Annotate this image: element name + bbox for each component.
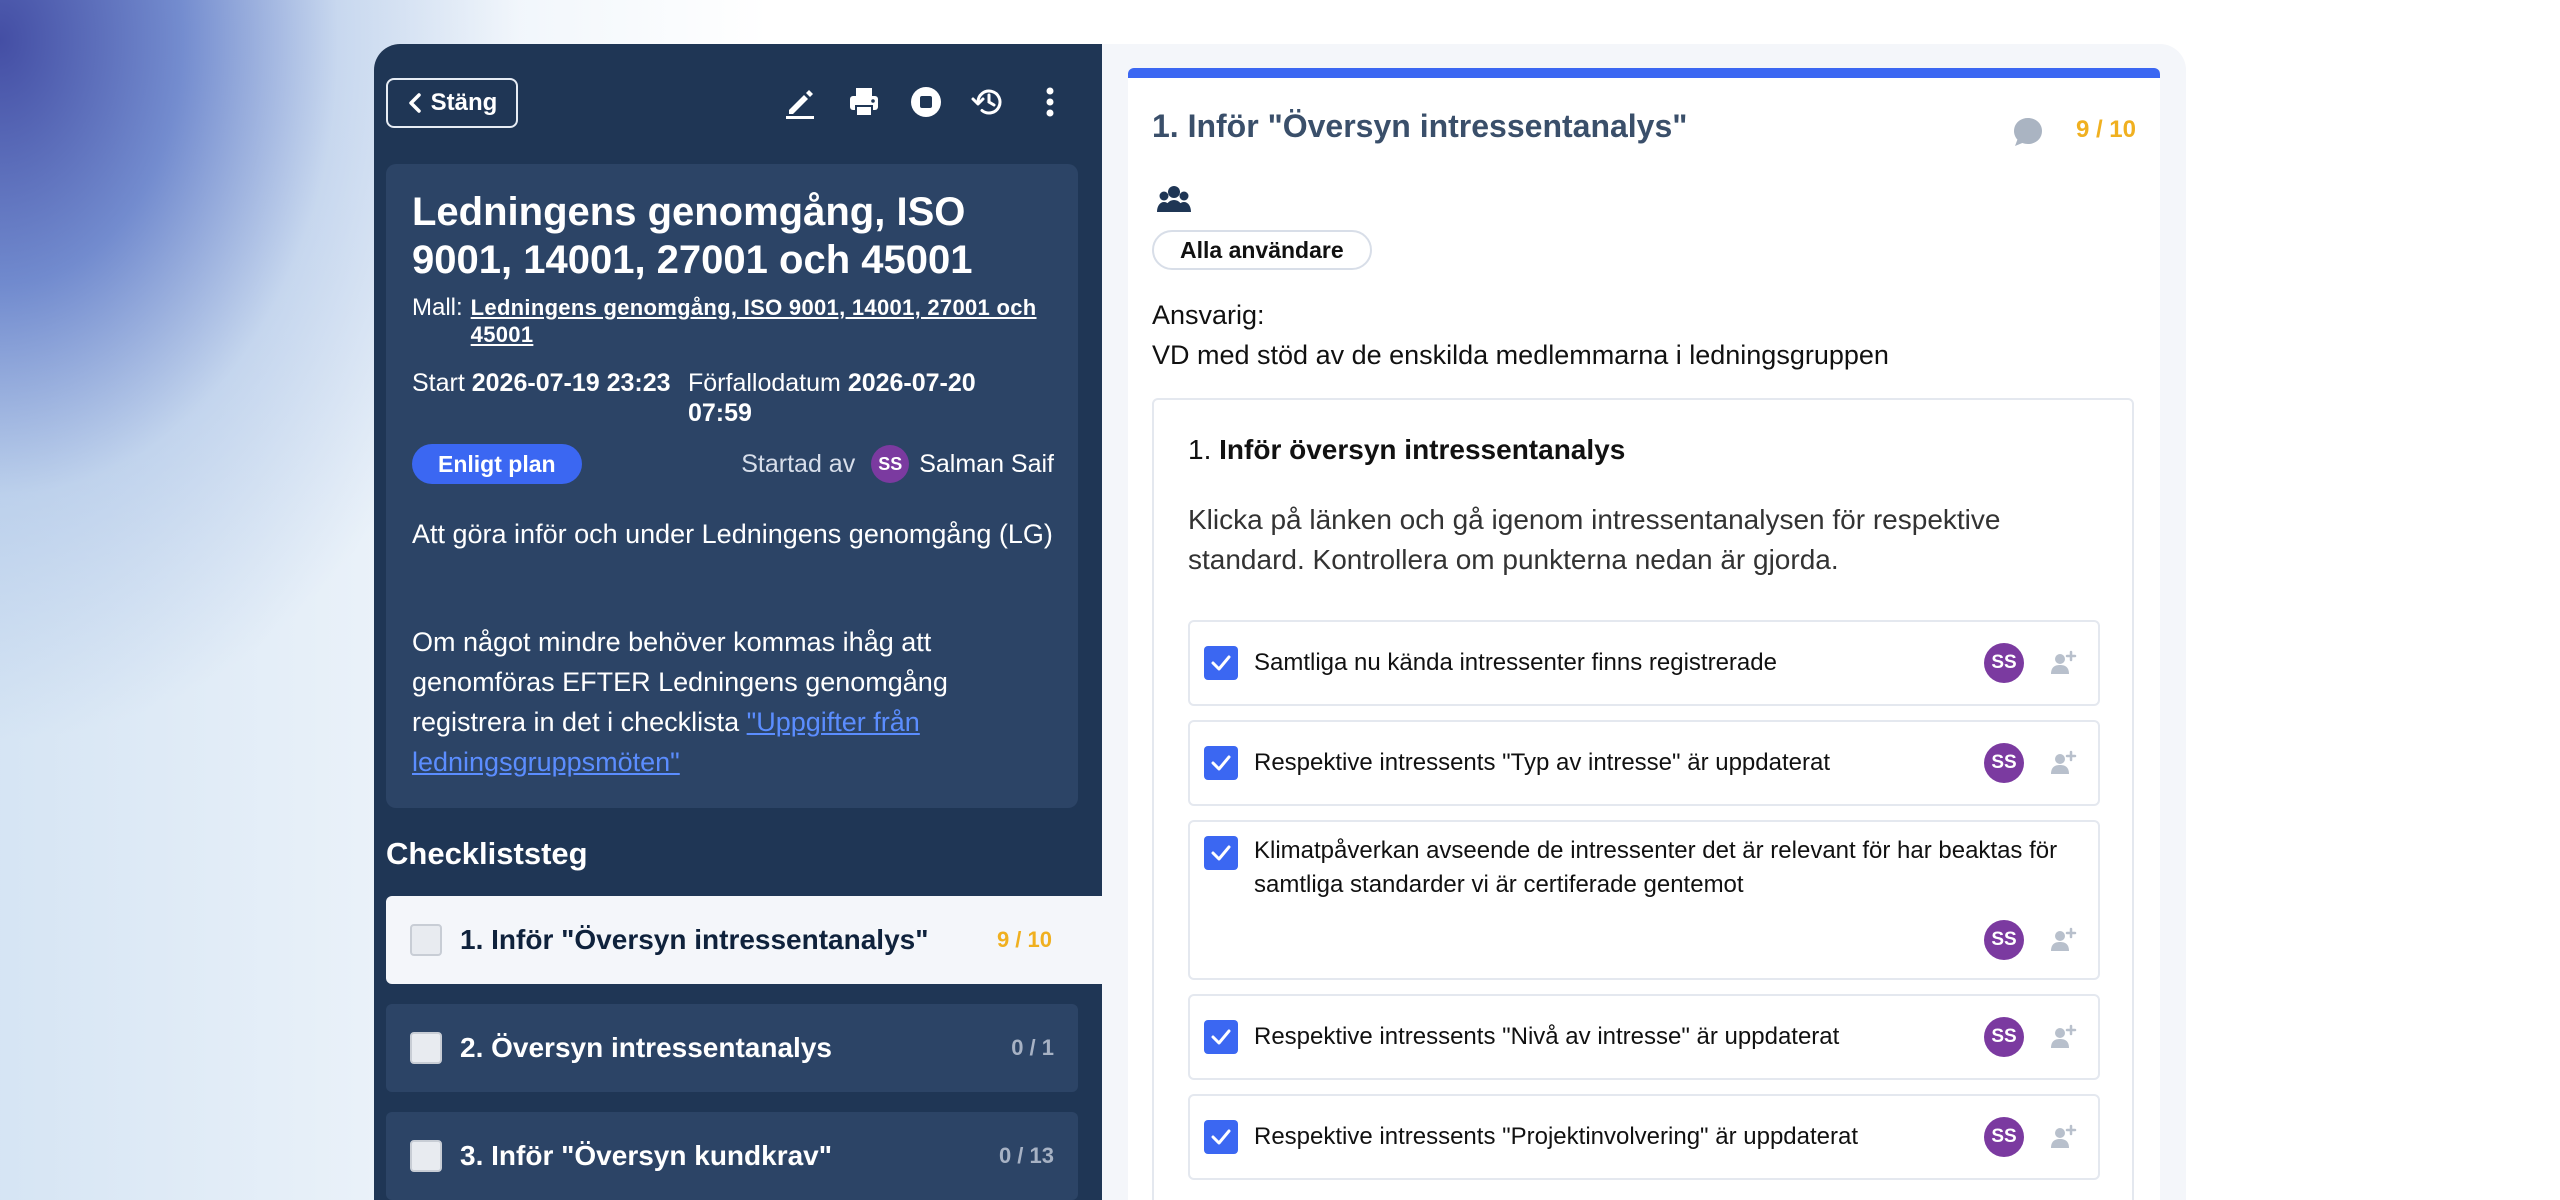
item-text: Respektive intressents "Projektinvolveri… (1254, 1123, 1859, 1150)
close-button[interactable]: Stäng (386, 78, 518, 128)
item-text: Respektive intressents "Typ av intresse"… (1254, 749, 1830, 776)
item-text: Samtliga nu kända intressenter finns reg… (1254, 649, 1777, 676)
avatar: SS (1984, 1117, 2024, 1157)
print-icon[interactable] (844, 82, 884, 122)
task-title-text: Inför översyn intressentanalys (1219, 434, 1626, 465)
started-by-label: Startad av (741, 449, 856, 478)
users-group-icon (1157, 186, 1191, 212)
item-checkbox[interactable] (1204, 746, 1238, 780)
assign-user-icon[interactable] (2046, 1120, 2080, 1154)
responsible-label: Ansvarig: (1152, 300, 1265, 330)
checklist-info-card: Ledningens genomgång, ISO 9001, 14001, 2… (386, 164, 1078, 808)
check-icon (1211, 1029, 1231, 1045)
started-by-name: Salman Saif (919, 449, 1054, 478)
close-button-label: Stäng (430, 89, 498, 116)
step-label: 3. Inför "Översyn kundkrav" (460, 1140, 833, 1171)
checklist-item: Samtliga nu kända intressenter finns reg… (1188, 620, 2100, 706)
comment-icon[interactable] (2010, 114, 2046, 150)
start-date: Start 2026-07-19 23:23 (412, 368, 672, 398)
template-row: Mall: Ledningens genomgång, ISO 9001, 14… (412, 294, 1062, 348)
due-date: Förfallodatum 2026-07-20 07:59 (688, 368, 1018, 428)
edit-icon[interactable] (780, 82, 820, 122)
assign-user-icon[interactable] (2046, 923, 2080, 957)
description-1: Att göra inför och under Ledningens geno… (412, 519, 1053, 549)
toolbar: Stäng (374, 44, 1102, 164)
step-detail-title: 1. Inför "Översyn intressentanalys" (1152, 108, 1688, 144)
step-checkbox[interactable] (410, 1140, 442, 1172)
template-label: Mall: (412, 294, 463, 321)
task-number: 1. (1188, 434, 1212, 465)
step-detail-count: 9 / 10 (2075, 116, 2136, 143)
item-text: Klimatpåverkan avseende de intressenter … (1254, 837, 2058, 898)
assign-user-icon[interactable] (2046, 1020, 2080, 1054)
audience-chip: Alla användare (1152, 230, 1372, 270)
item-checkbox[interactable] (1204, 1020, 1238, 1054)
step-checkbox[interactable] (410, 1032, 442, 1064)
started-by: Startad av SS Salman Saif (741, 444, 1054, 484)
checklist-item: Klimatpåverkan avseende de intressenter … (1188, 820, 2100, 980)
status-badge: Enligt plan (412, 444, 582, 484)
avatar: SS (1984, 1017, 2024, 1057)
check-icon (1211, 1129, 1231, 1145)
checklist-item: Respektive intressents "Projektinvolveri… (1188, 1094, 2100, 1180)
more-vertical-icon[interactable] (1030, 82, 1070, 122)
task-description: Klicka på länken och gå igenom intressen… (1188, 504, 2001, 575)
step-count: 9 / 10 (996, 927, 1052, 952)
checklist-item: Respektive intressents "Nivå av intresse… (1188, 994, 2100, 1080)
avatar: SS (1984, 743, 2024, 783)
history-icon[interactable] (968, 82, 1008, 122)
description-2: Om något mindre behöver kommas ihåg att … (412, 622, 1062, 782)
step-count: 0 / 13 (998, 1143, 1054, 1168)
checklist-title: Ledningens genomgång, ISO 9001, 14001, 2… (412, 190, 973, 282)
checklist-item: Respektive intressents "Typ av intresse"… (1188, 720, 2100, 806)
assign-user-icon[interactable] (2046, 746, 2080, 780)
check-icon (1211, 655, 1231, 671)
start-label: Start (412, 369, 465, 397)
steps-heading: Checkliststeg (386, 836, 588, 871)
responsible-value: VD med stöd av de enskilda medlemmarna i… (1152, 340, 1889, 370)
item-checkbox[interactable] (1204, 836, 1238, 870)
step-label: 1. Inför "Översyn intressentanalys" (460, 924, 929, 955)
step-item-3[interactable]: 3. Inför "Översyn kundkrav" 0 / 13 (386, 1112, 1078, 1200)
item-checkbox[interactable] (1204, 646, 1238, 680)
check-icon (1211, 755, 1231, 771)
checklist-window: Stäng Ledningens genomgång, ISO 9001, 14… (374, 44, 2186, 1200)
step-item-2[interactable]: 2. Översyn intressentanalys 0 / 1 (386, 1004, 1078, 1092)
avatar: SS (871, 445, 910, 483)
start-value: 2026-07-19 23:23 (471, 369, 671, 397)
chevron-left-icon (408, 93, 421, 113)
step-item-1[interactable]: 1. Inför "Översyn intressentanalys" 9 / … (386, 896, 1102, 984)
step-count: 0 / 1 (1011, 1035, 1054, 1060)
template-link[interactable]: Ledningens genomgång, ISO 9001, 14001, 2… (471, 294, 1062, 348)
item-checkbox[interactable] (1204, 1120, 1238, 1154)
avatar: SS (1984, 920, 2024, 960)
stop-icon[interactable] (906, 82, 946, 122)
assign-user-icon[interactable] (2046, 646, 2080, 680)
check-icon (1211, 845, 1231, 861)
checklist-sidebar: Stäng Ledningens genomgång, ISO 9001, 14… (374, 44, 1102, 1200)
avatar: SS (1984, 643, 2024, 683)
due-label: Förfallodatum (688, 369, 841, 397)
item-text: Respektive intressents "Nivå av intresse… (1254, 1023, 1840, 1050)
step-detail-panel: 1. Inför "Översyn intressentanalys" 9 / … (1128, 68, 2160, 1200)
task-card: 1. Inför översyn intressentanalys Klicka… (1152, 398, 2134, 1200)
step-checkbox[interactable] (410, 924, 442, 956)
step-label: 2. Översyn intressentanalys (460, 1032, 832, 1063)
task-title: 1. Inför översyn intressentanalys (1188, 434, 1625, 466)
